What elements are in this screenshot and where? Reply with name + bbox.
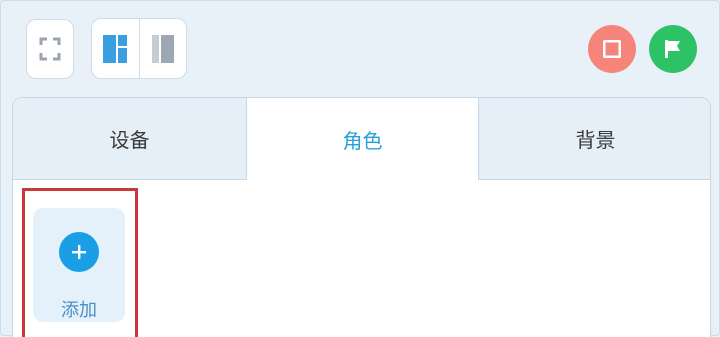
tab-sprites-label: 角色 (342, 128, 383, 153)
stop-button[interactable] (588, 25, 636, 73)
sprite-list-area: 添加 (13, 180, 710, 337)
stop-icon (603, 40, 621, 58)
sprite-panel: 设备 角色 背景 添加 (12, 97, 711, 337)
fullscreen-button[interactable] (26, 19, 74, 79)
panel-tabs: 设备 角色 背景 (13, 98, 710, 180)
tab-backgrounds[interactable]: 背景 (478, 98, 710, 180)
tab-devices[interactable]: 设备 (13, 98, 247, 180)
layout-single-button[interactable] (138, 19, 187, 78)
fullscreen-icon (39, 37, 61, 61)
layout-single-icon (151, 34, 174, 63)
tab-backgrounds-label: 背景 (575, 128, 616, 152)
tab-sprites[interactable]: 角色 (247, 98, 478, 180)
tab-devices-label: 设备 (109, 128, 150, 152)
layout-toggle-group (91, 18, 187, 79)
highlight-annotation (22, 188, 138, 337)
app-frame: 设备 角色 背景 添加 (0, 0, 720, 337)
layout-split-button[interactable] (92, 19, 139, 78)
layout-split-icon (103, 34, 128, 63)
flag-icon (665, 40, 680, 58)
go-flag-button[interactable] (649, 25, 697, 73)
